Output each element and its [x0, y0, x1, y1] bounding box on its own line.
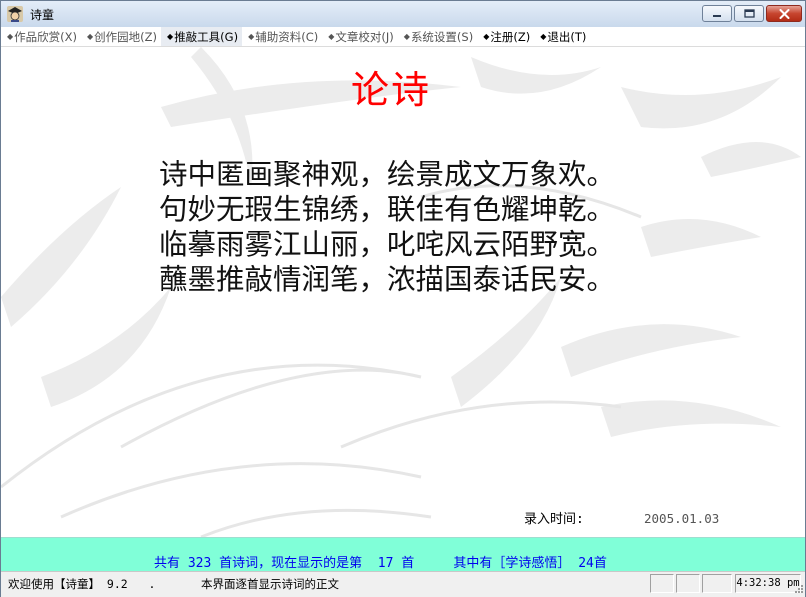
menu-item-works[interactable]: ◆作品欣赏(X): [1, 27, 81, 46]
maximize-icon: [743, 9, 755, 18]
diamond-bullet-icon: ◆: [167, 32, 174, 41]
status-panel: [702, 574, 732, 593]
status-panel: [676, 574, 700, 593]
menu-item-settings[interactable]: ◆系统设置(S): [398, 27, 477, 46]
window-title: 诗童: [30, 8, 55, 22]
minimize-button[interactable]: [702, 5, 732, 22]
poem-line: 蘸墨推敲情润笔，浓描国泰话民安。: [159, 263, 616, 296]
poem-line: 句妙无瑕生锦绣，联佳有色耀坤乾。: [159, 193, 616, 226]
status-clock: 4:32:38 pm: [735, 574, 801, 593]
menu-item-label: 文章校对(J): [335, 30, 394, 44]
diamond-bullet-icon: ◆: [403, 32, 410, 41]
menu-item-label: 作品欣赏(X): [14, 30, 78, 44]
poem-view: 论诗 诗中匿画聚神观，绘景成文万象欢。 句妙无瑕生锦绣，联佳有色耀坤乾。 临摹雨…: [1, 47, 805, 537]
title-bar[interactable]: 诗童: [1, 1, 805, 28]
poem-line: 临摹雨雾江山丽，叱咤风云陌野宽。: [159, 228, 616, 261]
menu-item-label: 退出(T): [547, 30, 587, 44]
diamond-bullet-icon: ◆: [7, 32, 14, 41]
poem-count-band: 共有 323 首诗词，现在显示的是第 17 首 其中有［学诗感悟］ 24首: [1, 537, 805, 572]
status-panel: [650, 574, 674, 593]
entry-time-label: 录入时间:: [524, 512, 584, 527]
menu-item-reference[interactable]: ◆辅助资料(C): [242, 27, 322, 46]
poem-body: 诗中匿画聚神观，绘景成文万象欢。 句妙无瑕生锦绣，联佳有色耀坤乾。 临摹雨雾江山…: [159, 157, 615, 297]
menu-item-label: 创作园地(Z): [94, 30, 158, 44]
poem-title: 论诗: [350, 68, 431, 112]
menu-item-exit[interactable]: ◆退出(T): [534, 27, 590, 46]
app-window: 诗童 ◆作品欣赏(X) ◆创作园地(Z) ◆推敲工具(G) ◆辅助资料(C) ◆…: [0, 0, 806, 597]
menu-item-proofread[interactable]: ◆文章校对(J): [322, 27, 398, 46]
diamond-bullet-icon: ◆: [483, 32, 490, 41]
poem-count-text: 共有 323 首诗词，现在显示的是第 17 首 其中有［学诗感悟］ 24首: [154, 556, 607, 571]
menu-item-create[interactable]: ◆创作园地(Z): [81, 27, 161, 46]
status-bar: 欢迎使用【诗童】 9.2 . 本界面逐首显示诗词的正文 4:32:38 pm: [1, 571, 805, 597]
menu-item-tools[interactable]: ◆推敲工具(G): [161, 27, 243, 46]
resize-grip-icon[interactable]: [794, 584, 804, 594]
entry-time-value: 2005.01.03: [644, 511, 720, 526]
diamond-bullet-icon: ◆: [540, 32, 547, 41]
minimize-icon: [713, 14, 721, 17]
maximize-button[interactable]: [734, 5, 764, 22]
menu-item-label: 系统设置(S): [410, 30, 474, 44]
close-icon: [779, 8, 789, 19]
scholar-icon[interactable]: [6, 5, 24, 23]
menu-item-register[interactable]: ◆注册(Z): [477, 27, 534, 46]
menu-item-label: 辅助资料(C): [255, 30, 319, 44]
diamond-bullet-icon: ◆: [248, 32, 255, 41]
close-button[interactable]: [766, 5, 802, 22]
poem-line: 诗中匿画聚神观，绘景成文万象欢。: [159, 158, 616, 191]
status-hint: 本界面逐首显示诗词的正文: [201, 577, 339, 591]
diamond-bullet-icon: ◆: [87, 32, 94, 41]
diamond-bullet-icon: ◆: [328, 32, 335, 41]
menu-item-label: 注册(Z): [490, 30, 531, 44]
menu-bar: ◆作品欣赏(X) ◆创作园地(Z) ◆推敲工具(G) ◆辅助资料(C) ◆文章校…: [1, 27, 805, 47]
menu-item-label: 推敲工具(G): [174, 30, 239, 44]
status-welcome: 欢迎使用【诗童】 9.2 .: [8, 577, 156, 591]
